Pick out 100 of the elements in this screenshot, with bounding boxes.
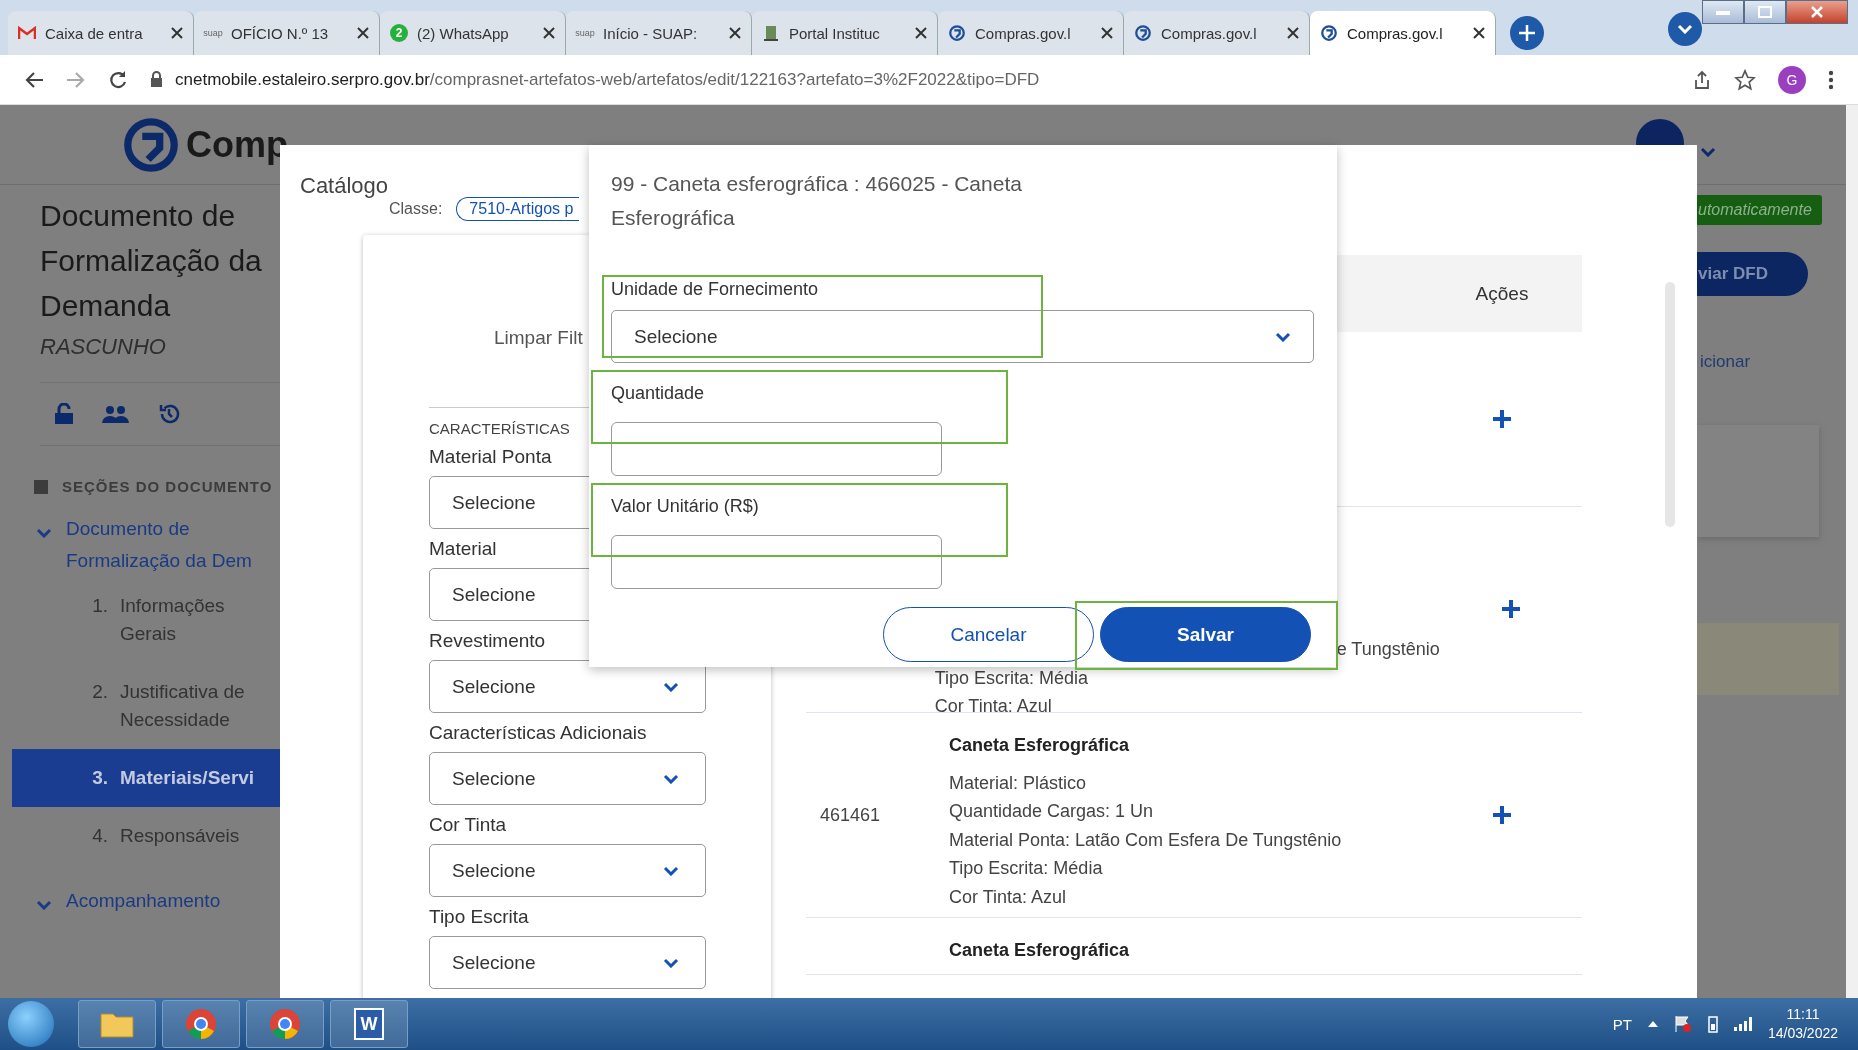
browser-tab[interactable]: 2 (2) WhatsApp (380, 11, 566, 55)
section-heading: SEÇÕES DO DOCUMENTO (62, 478, 273, 495)
item-code: 461461 (819, 804, 882, 826)
taskbar-app[interactable] (246, 1000, 324, 1048)
field-label: Unidade de Fornecimento (611, 279, 820, 300)
save-button[interactable]: Salvar (1100, 607, 1311, 662)
close-icon[interactable] (1101, 27, 1113, 39)
close-icon[interactable] (543, 27, 555, 39)
tab-title: Compras.gov.l (1347, 24, 1444, 42)
plus-icon[interactable] (1500, 599, 1521, 619)
tab-title: OFÍCIO N.º 13 (231, 24, 330, 42)
close-icon[interactable] (357, 27, 369, 39)
reload-icon[interactable] (108, 69, 128, 90)
field-label: Quantidade (611, 383, 706, 404)
maximize-button[interactable] (1744, 0, 1786, 24)
people-icon[interactable] (102, 404, 130, 424)
circle-logo-icon (948, 24, 966, 42)
caret-up-icon[interactable] (1647, 1021, 1658, 1027)
item-attribute: Cor Tinta: Azul (949, 885, 1068, 909)
share-icon[interactable] (1692, 69, 1712, 90)
filter-select[interactable]: Selecione (429, 936, 706, 989)
tab-title: Portal Instituc (789, 24, 881, 42)
chevron-down-icon (1275, 331, 1291, 342)
plus-icon[interactable] (1492, 805, 1512, 825)
filter-label: Características Adicionais (429, 722, 648, 744)
chevron-down-icon (1700, 147, 1716, 157)
filter-select[interactable]: Selecione (429, 844, 706, 897)
browser-tab[interactable]: suap Início - SUAP: (566, 11, 752, 55)
close-icon (1810, 6, 1824, 18)
filter-label: Material (429, 538, 498, 560)
chevron-down-icon (663, 957, 679, 968)
minimize-button[interactable] (1702, 0, 1744, 24)
browser-tab[interactable]: Portal Instituc (752, 11, 938, 55)
chevron-down-icon (1677, 24, 1693, 34)
browser-tab[interactable]: Caixa de entra (8, 11, 194, 55)
history-icon[interactable] (158, 403, 180, 425)
tab-title: (2) WhatsApp (417, 24, 510, 42)
maximize-icon (1758, 6, 1772, 18)
section-link[interactable]: 3. Materiais/Servi (12, 749, 280, 807)
scrollbar[interactable] (1665, 282, 1675, 527)
item-attribute: Cor Tinta: Azul (934, 696, 1052, 716)
chrome-icon (269, 1008, 301, 1040)
tab-title: Compras.gov.l (975, 24, 1072, 42)
back-icon[interactable] (24, 70, 44, 89)
chevron-down-icon (663, 681, 679, 692)
taskbar-app[interactable] (162, 1000, 240, 1048)
close-icon[interactable] (729, 27, 741, 39)
filter-label: Cor Tinta (429, 814, 508, 836)
filter-select[interactable]: Selecione (429, 660, 706, 713)
plus-icon (1518, 24, 1536, 42)
filter-select[interactable]: Selecione (429, 752, 706, 805)
input-field[interactable] (611, 535, 942, 589)
input-field[interactable] (611, 422, 942, 476)
close-icon[interactable] (1287, 27, 1299, 39)
item-attribute: Quantidade Cargas: 1 Un (949, 800, 1155, 823)
item-name: Caneta Esferográfica (949, 734, 1131, 757)
circle-logo-icon (1134, 24, 1152, 42)
unlock-icon[interactable] (54, 403, 74, 425)
supply-unit-select[interactable]: Selecione (611, 310, 1314, 363)
dialog-title: 99 - Caneta esferográfica : 466025 - Caneta Esferográfica (611, 171, 1023, 231)
minimize-icon (1716, 9, 1730, 15)
start-button[interactable] (8, 1001, 54, 1047)
item-attribute: Tipo Escrita: Média (934, 667, 1089, 688)
chevron-down-icon[interactable] (36, 528, 52, 538)
close-icon[interactable] (915, 27, 927, 39)
language-indicator[interactable]: PT (1612, 1015, 1632, 1033)
close-button[interactable] (1786, 0, 1848, 24)
browser-tab[interactable]: Compras.gov.l (1310, 11, 1496, 55)
star-icon[interactable] (1734, 68, 1756, 91)
clock[interactable]: 11:11 14/03/2022 (1767, 1005, 1838, 1043)
menu-icon[interactable] (1828, 69, 1834, 90)
tab-title: Compras.gov.l (1161, 24, 1258, 42)
folder-icon (100, 1010, 134, 1038)
address-bar-url[interactable]: cnetmobile.estaleiro.serpro.gov.br/comprasnet-artefatos-web/artefatos/edit/122163?artefato=3%2F2022&tipo=DFD (175, 69, 1040, 90)
chevron-down-icon[interactable] (36, 900, 52, 910)
word-icon: W (354, 1008, 384, 1040)
browser-tab[interactable]: Compras.gov.l (938, 11, 1124, 55)
item-attribute: Material Ponta: Latão Com Esfera De Tungstênio (949, 828, 1343, 852)
signal-icon[interactable] (1733, 1017, 1752, 1031)
taskbar-app[interactable] (78, 1000, 156, 1048)
tab-search-button[interactable] (1668, 12, 1702, 46)
class-label: Classe: (389, 200, 443, 218)
close-icon[interactable] (1473, 27, 1485, 39)
plus-icon[interactable] (1492, 409, 1512, 429)
close-icon[interactable] (171, 27, 183, 39)
browser-tab[interactable]: suap OFÍCIO N.º 13 (194, 11, 380, 55)
item-name: Caneta Esferográfica (949, 939, 1131, 962)
new-tab-button[interactable] (1510, 16, 1544, 50)
scrollbar[interactable] (1846, 105, 1858, 998)
lock-icon[interactable] (150, 71, 163, 88)
profile-avatar[interactable]: G (1778, 65, 1806, 94)
battery-icon[interactable] (1707, 1015, 1718, 1033)
collapse-icon[interactable] (34, 479, 48, 494)
mail-icon (18, 24, 36, 42)
browser-tab[interactable]: Compras.gov.l (1124, 11, 1310, 55)
cancel-button[interactable]: Cancelar (883, 607, 1094, 662)
flag-icon[interactable] (1673, 1015, 1692, 1033)
tab-title: Caixa de entra (45, 24, 144, 42)
filter-label: Material Ponta (429, 446, 553, 468)
taskbar-app[interactable]: W (330, 1000, 408, 1048)
